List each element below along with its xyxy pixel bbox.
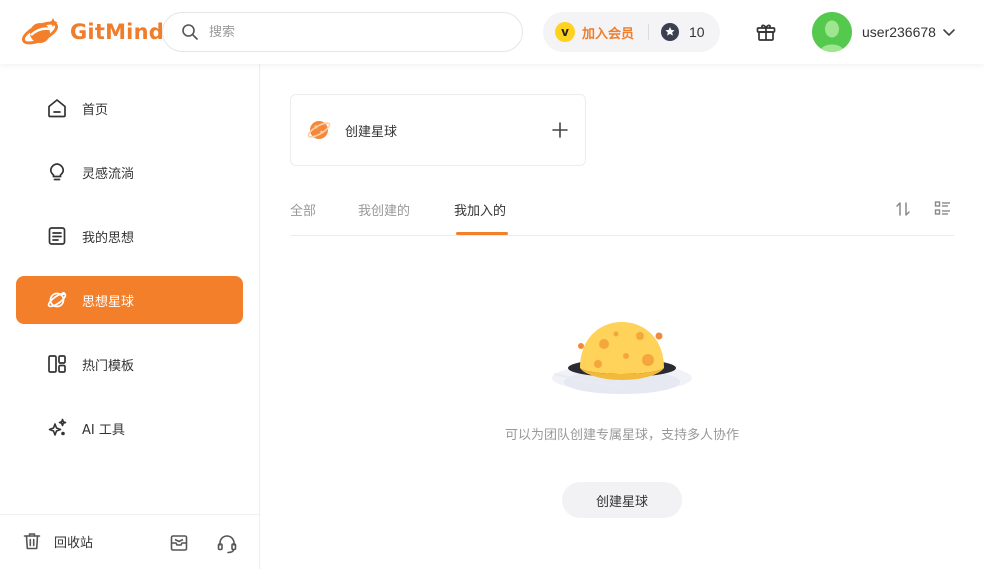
headset-icon[interactable] <box>216 533 238 559</box>
join-vip-label[interactable]: 加入会员 <box>582 23 634 42</box>
trash-icon <box>23 533 41 550</box>
home-icon <box>46 97 68 119</box>
logo[interactable]: GitMind <box>20 14 164 50</box>
empty-state-text: 可以为团队创建专属星球，支持多人协作 <box>504 428 739 443</box>
sidebar: 首页 灵感流淌 我的思想 思想星球 热门模板 AI 工具 回收站 <box>0 64 260 569</box>
search-icon <box>182 24 198 40</box>
gitmind-logo-icon <box>21 18 59 45</box>
search-input[interactable] <box>209 24 489 40</box>
sidebar-item-label: 灵感流淌 <box>82 166 135 182</box>
chevron-down-icon <box>943 29 955 36</box>
sparkle-icon <box>46 417 68 439</box>
list-view-icon[interactable] <box>934 200 952 222</box>
sidebar-item-templates[interactable]: 热门模板 <box>16 340 243 388</box>
avatar[interactable] <box>812 12 852 52</box>
sidebar-item-inspiration[interactable]: 灵感流淌 <box>16 148 243 196</box>
tab-all[interactable]: 全部 <box>290 200 316 219</box>
lightbulb-icon <box>46 161 68 183</box>
search-box[interactable] <box>162 12 523 52</box>
sidebar-item-label: 热门模板 <box>82 358 135 374</box>
create-planet-label: 创建星球 <box>345 124 398 140</box>
trash-label: 回收站 <box>54 535 94 551</box>
create-planet-button[interactable]: 创建星球 <box>562 482 682 518</box>
sidebar-item-ai-tools[interactable]: AI 工具 <box>16 404 243 452</box>
coin-icon <box>661 23 680 41</box>
sidebar-item-my-thoughts[interactable]: 我的思想 <box>16 212 243 260</box>
sidebar-item-label: AI 工具 <box>82 422 125 438</box>
vip-pill[interactable]: v 加入会员 10 <box>543 12 720 52</box>
sort-icon[interactable] <box>895 200 911 222</box>
document-icon <box>46 225 68 247</box>
top-header: GitMind v 加入会员 10 <box>0 0 984 64</box>
planet-tabs: 全部 我创建的 我加入的 <box>290 188 954 236</box>
sidebar-item-label: 思想星球 <box>82 294 135 310</box>
inbox-icon[interactable] <box>169 533 189 557</box>
trash-button[interactable]: 回收站 <box>22 531 93 551</box>
user-menu[interactable]: user236678 <box>812 12 956 52</box>
sidebar-item-thought-planet[interactable]: 思想星球 <box>16 276 243 324</box>
sidebar-item-home[interactable]: 首页 <box>16 84 243 132</box>
create-planet-card[interactable]: 创建星球 <box>290 94 586 166</box>
sidebar-item-label: 首页 <box>82 102 109 118</box>
sidebar-item-label: 我的思想 <box>82 230 135 246</box>
planet-icon <box>46 289 68 311</box>
logo-text: GitMind <box>70 20 164 44</box>
username: user236678 <box>862 24 936 40</box>
coin-count: 10 <box>689 24 705 40</box>
empty-planet-illustration <box>552 322 692 394</box>
active-tab-indicator <box>456 232 508 235</box>
gift-icon[interactable] <box>754 20 778 44</box>
tab-created-by-me[interactable]: 我创建的 <box>358 200 410 219</box>
template-icon <box>46 353 68 375</box>
sidebar-footer: 回收站 <box>0 514 259 569</box>
planet-logo-icon <box>307 121 331 139</box>
vip-badge-icon: v <box>555 22 575 42</box>
plus-icon <box>552 122 568 138</box>
tab-joined-by-me[interactable]: 我加入的 <box>454 200 506 219</box>
vip-divider <box>648 24 650 40</box>
